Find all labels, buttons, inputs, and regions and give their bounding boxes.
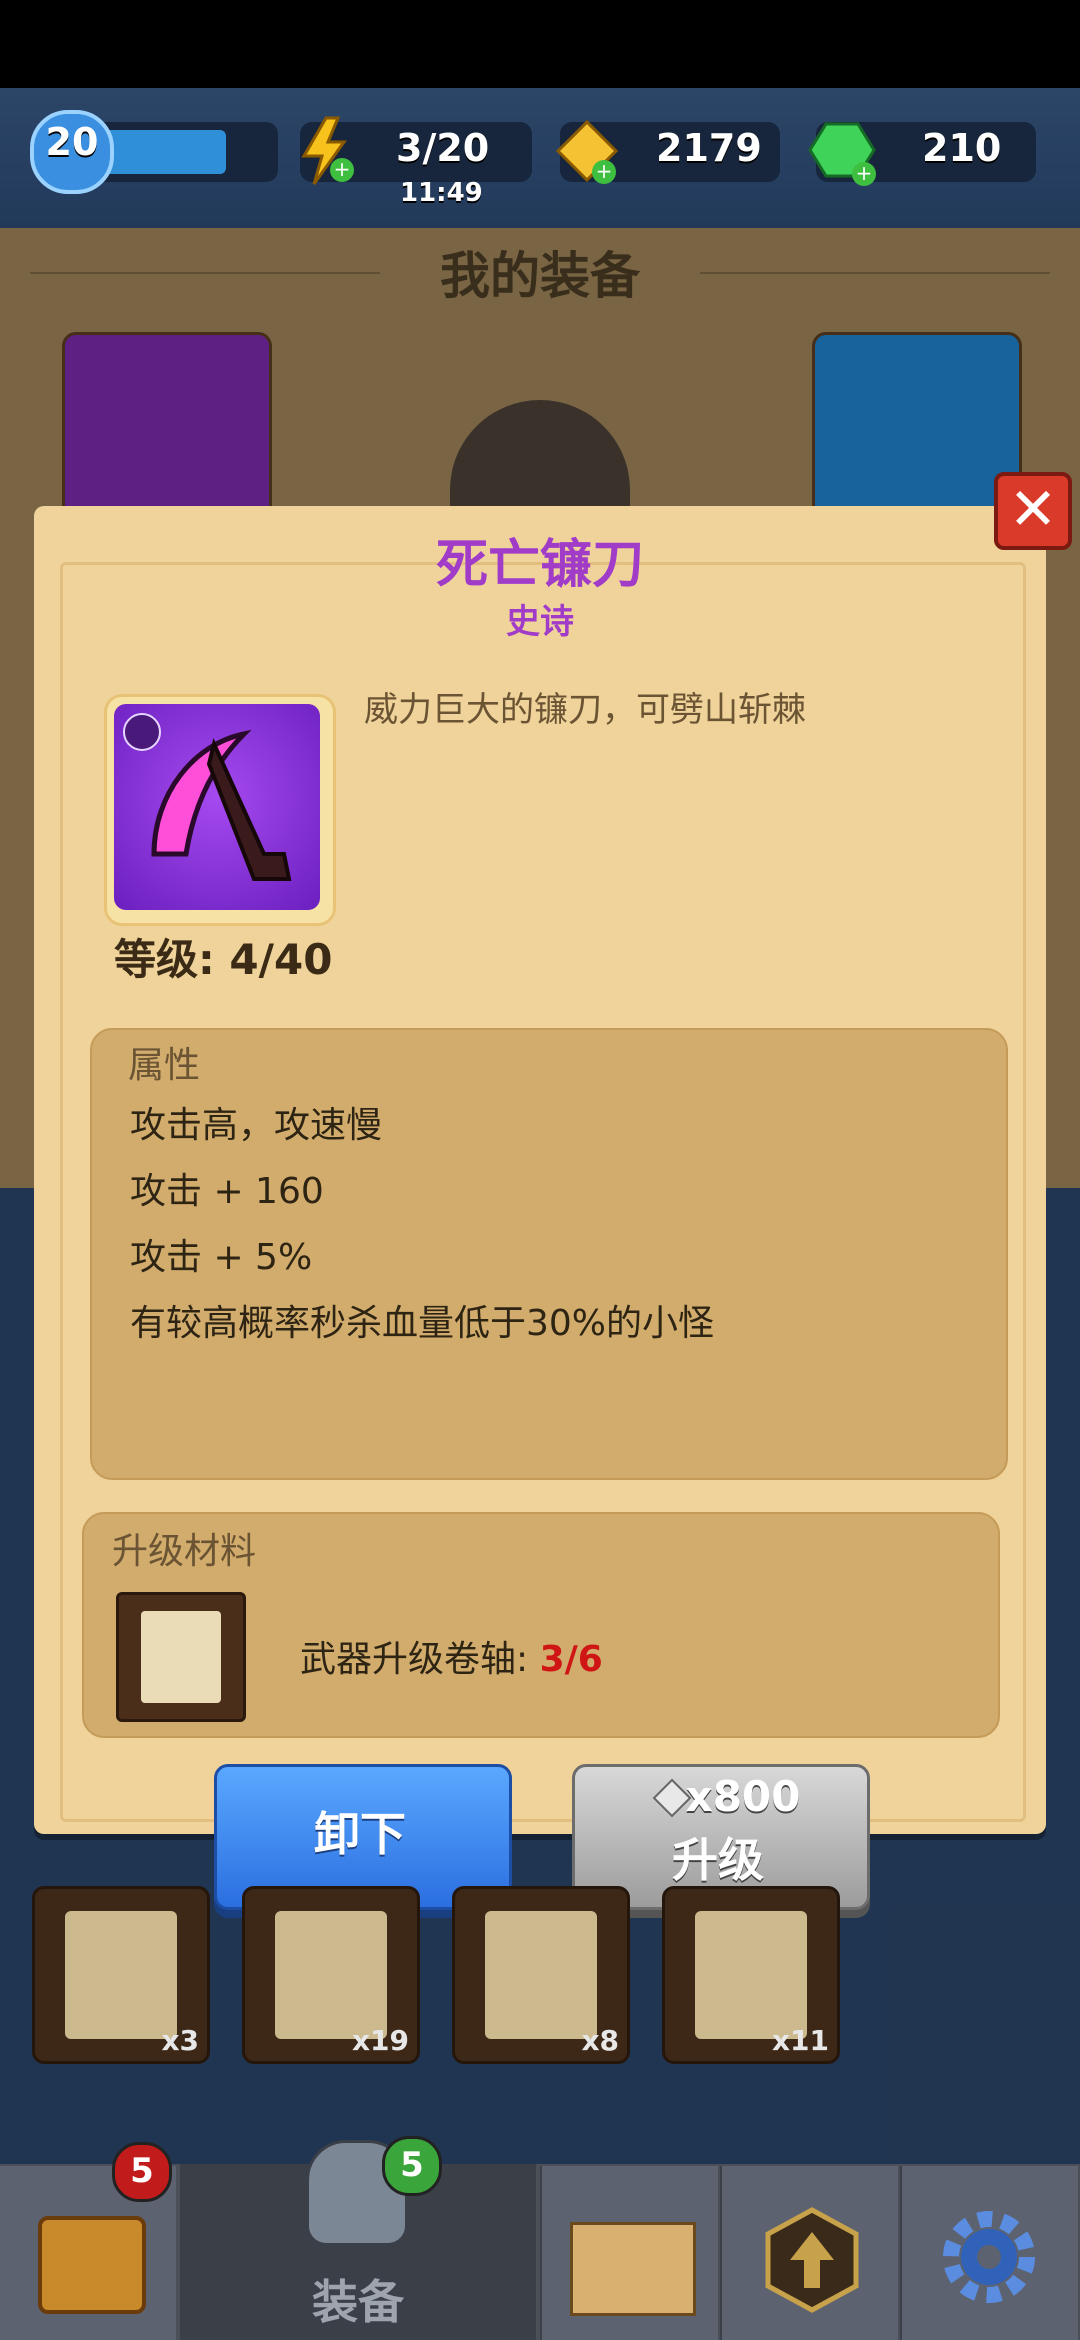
item-rarity: 史诗 bbox=[506, 602, 574, 642]
item-name: 死亡镰刀 bbox=[435, 535, 644, 595]
slot-count: x8 bbox=[581, 2024, 619, 2057]
inventory-slot-bow-scroll[interactable]: x3 bbox=[32, 1886, 210, 2064]
attribute-line: 有较高概率秒杀血量低于30%的小怪 bbox=[130, 1303, 715, 1344]
gold-add-icon[interactable]: + bbox=[552, 118, 622, 188]
upgrade-button-label: 升级 bbox=[672, 1833, 764, 1887]
item-description: 威力巨大的镰刀，可劈山斩棘 bbox=[364, 690, 806, 730]
attribute-line: 攻击 + 160 bbox=[130, 1171, 324, 1212]
nav-upgrade[interactable] bbox=[720, 2166, 898, 2340]
slot-count: x3 bbox=[161, 2024, 199, 2057]
status-bar bbox=[0, 0, 1080, 88]
inventory-slot-armor-scroll[interactable]: x19 bbox=[242, 1886, 420, 2064]
bow-scroll-icon bbox=[65, 1911, 177, 2039]
close-icon: ✕ bbox=[1008, 475, 1058, 543]
scythe-icon bbox=[123, 713, 292, 881]
attributes-title: 属性 bbox=[128, 1045, 201, 1086]
ring-scroll-icon bbox=[485, 1911, 597, 2039]
paw-scroll-icon bbox=[695, 1911, 807, 2039]
material-requirement: 武器升级卷轴: 3/6 bbox=[300, 1630, 603, 1682]
material-name: 武器升级卷轴: bbox=[300, 1639, 540, 1680]
gem-count: 210 bbox=[922, 126, 1002, 170]
nav-settings[interactable] bbox=[900, 2166, 1078, 2340]
weapon-scroll-icon[interactable] bbox=[116, 1592, 246, 1722]
chest-icon bbox=[38, 2216, 146, 2314]
materials-title: 升级材料 bbox=[112, 1531, 257, 1572]
svg-text:+: + bbox=[856, 161, 873, 185]
attribute-line: 攻击 + 5% bbox=[130, 1237, 313, 1278]
slot-count: x11 bbox=[771, 2024, 829, 2057]
gem-add-icon[interactable]: + bbox=[806, 118, 880, 188]
chest-badge: 5 bbox=[112, 2142, 172, 2202]
map-icon bbox=[570, 2222, 696, 2316]
gear-icon bbox=[943, 2211, 1035, 2303]
item-icon bbox=[114, 704, 320, 910]
close-button[interactable]: ✕ bbox=[994, 472, 1072, 550]
gold-count: 2179 bbox=[656, 126, 762, 170]
energy-add-icon[interactable]: + bbox=[298, 116, 358, 186]
armor-scroll-icon bbox=[275, 1911, 387, 2039]
upgrade-arrow-icon bbox=[765, 2207, 859, 2313]
upgrade-cost: x800 bbox=[685, 1772, 801, 1821]
svg-text:+: + bbox=[334, 157, 351, 181]
unequip-button-label: 卸下 bbox=[314, 1807, 406, 1861]
svg-text:+: + bbox=[596, 159, 613, 183]
material-count: 3/6 bbox=[539, 1639, 603, 1680]
slot-count: x19 bbox=[351, 2024, 409, 2057]
energy-count: 3/20 bbox=[396, 126, 490, 170]
nav-map[interactable] bbox=[540, 2166, 718, 2340]
inventory-slot-paw-scroll[interactable]: x11 bbox=[662, 1886, 840, 2064]
player-level: 20 bbox=[45, 120, 99, 164]
item-level: 等级: 4/40 bbox=[114, 935, 333, 984]
equip-badge: 5 bbox=[382, 2136, 442, 2196]
energy-timer: 11:49 bbox=[400, 178, 483, 208]
inventory-slot-ring-scroll[interactable]: x8 bbox=[452, 1886, 630, 2064]
nav-equipment-label: 装备 bbox=[312, 2275, 404, 2329]
attribute-line: 攻击高，攻速慢 bbox=[130, 1105, 383, 1146]
